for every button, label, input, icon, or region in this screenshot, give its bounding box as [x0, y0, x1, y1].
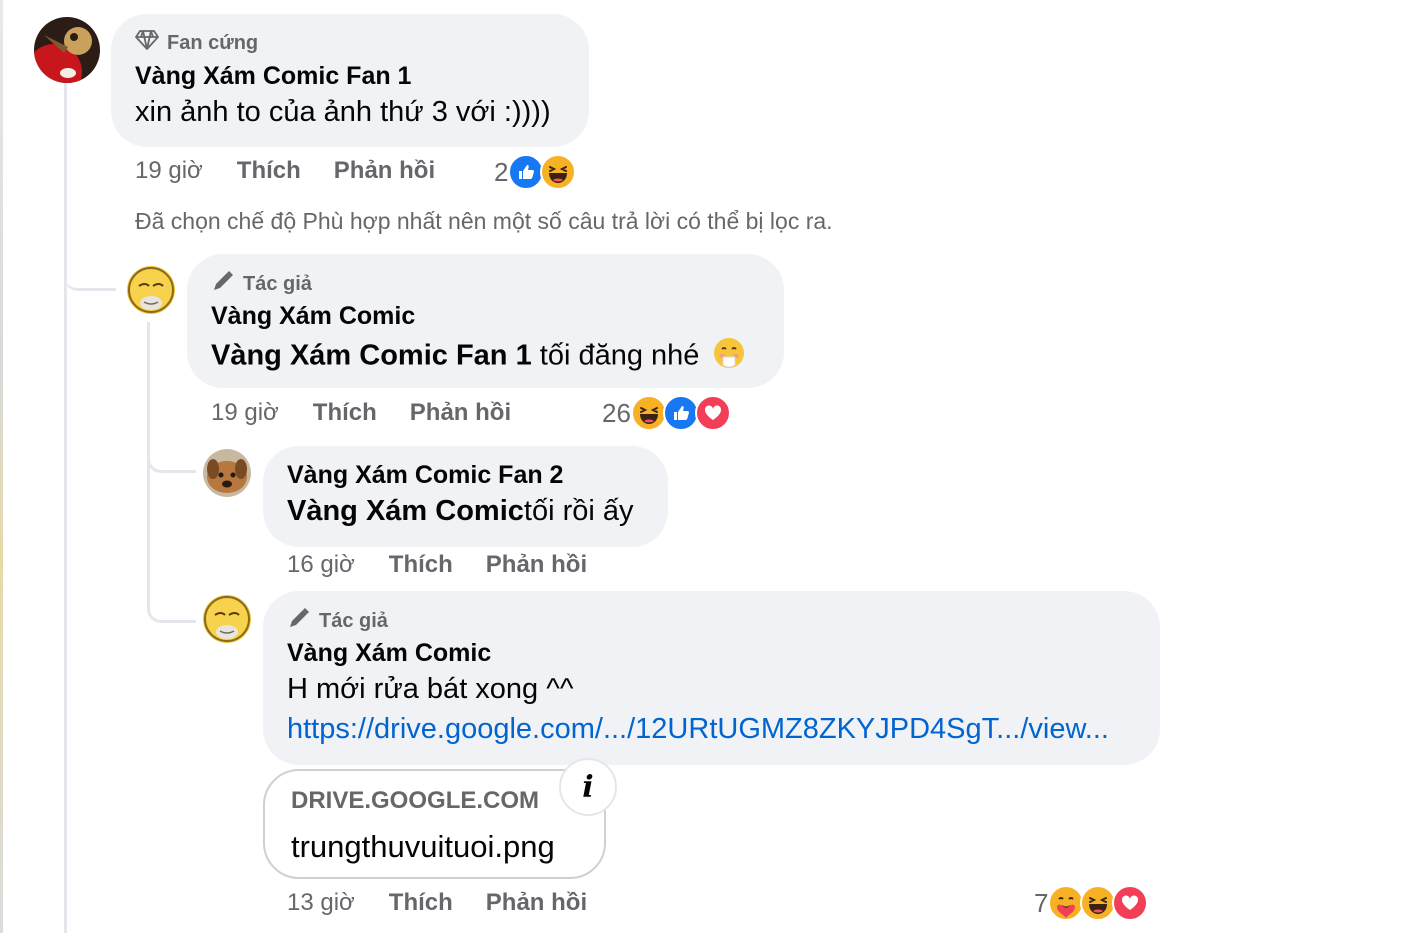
filter-note: Đã chọn chế độ Phù hợp nhất nên một số c… — [135, 208, 833, 234]
comment-time[interactable]: 19 giờ — [211, 399, 279, 427]
like-button[interactable]: Thích — [237, 157, 301, 185]
like-reaction-icon — [508, 154, 545, 190]
haha-reaction-icon — [630, 395, 667, 431]
info-icon[interactable]: i — [559, 758, 617, 816]
reply-button[interactable]: Phản hồi — [410, 399, 511, 427]
reaction-summary[interactable]: 7 — [1034, 885, 1149, 921]
like-button[interactable]: Thích — [389, 551, 453, 579]
author-badge: Tác giả — [287, 606, 388, 636]
thread-line-main — [64, 82, 67, 933]
pencil-icon — [287, 606, 311, 636]
comment-time[interactable]: 16 giờ — [287, 551, 355, 579]
comment-time[interactable]: 19 giờ — [135, 157, 203, 185]
preview-title: trungthuvuituoi.png — [291, 829, 555, 864]
comment-author[interactable]: Vàng Xám Comic — [287, 639, 491, 668]
avatar[interactable] — [34, 17, 100, 83]
top-fan-badge: Fan cứng — [135, 29, 258, 57]
haha-reaction-icon — [1080, 885, 1117, 921]
preview-domain: DRIVE.GOOGLE.COM — [291, 787, 540, 814]
comment-actions: 19 giờ Thích Phản hồi — [135, 157, 468, 185]
comment-text: H mới rửa bát xong ^^ — [287, 673, 574, 705]
comment-actions: 16 giờ Thích Phản hồi — [287, 551, 620, 579]
love-reaction-icon — [1112, 885, 1149, 921]
mention-link[interactable]: Vàng Xám Comic — [287, 495, 524, 527]
reaction-summary[interactable]: 2 — [494, 154, 577, 190]
love-reaction-icon — [694, 395, 731, 431]
mention-link[interactable]: Vàng Xám Comic Fan 1 — [211, 340, 532, 372]
link-preview-card[interactable]: DRIVE.GOOGLE.COM trungthuvuituoi.png — [263, 769, 606, 879]
comment-text: Vàng Xám Comic Fan 1 tối đăng nhé — [211, 337, 745, 377]
reaction-count: 2 — [494, 156, 509, 187]
avatar[interactable] — [127, 266, 175, 314]
comment-actions: 19 giờ Thích Phản hồi — [211, 399, 544, 427]
badge-label: Tác giả — [243, 272, 312, 295]
reply-button[interactable]: Phản hồi — [486, 889, 587, 917]
comment-time[interactable]: 13 giờ — [287, 889, 355, 917]
reaction-count: 26 — [602, 397, 631, 428]
comment-author[interactable]: Vàng Xám Comic — [211, 302, 415, 331]
comment-text: Vàng Xám Comictối rồi ấy — [287, 495, 634, 528]
badge-label: Tác giả — [319, 609, 388, 632]
like-button[interactable]: Thích — [389, 889, 453, 917]
drive-link[interactable]: https://drive.google.com/.../12URtUGMZ8Z… — [287, 713, 1109, 746]
comment-body: tối rồi ấy — [523, 495, 634, 527]
reaction-count: 7 — [1034, 887, 1049, 918]
comment-author[interactable]: Vàng Xám Comic Fan 2 — [287, 461, 563, 490]
reply-button[interactable]: Phản hồi — [486, 551, 587, 579]
page-left-edge — [0, 0, 3, 933]
author-badge: Tác giả — [211, 269, 312, 299]
reaction-summary[interactable]: 26 — [602, 395, 731, 431]
like-button[interactable]: Thích — [313, 399, 377, 427]
thread-connector — [64, 260, 116, 291]
diamond-icon — [135, 29, 159, 57]
comment-author[interactable]: Vàng Xám Comic Fan 1 — [135, 62, 411, 91]
comment-text: xin ảnh to của ảnh thứ 3 với :)))) — [135, 96, 551, 128]
comment-actions: 13 giờ Thích Phản hồi — [287, 889, 620, 917]
comment-body: tối đăng nhé — [531, 339, 700, 372]
avatar[interactable] — [203, 595, 251, 643]
badge-label: Fan cứng — [167, 31, 259, 54]
care-reaction-icon — [1048, 885, 1085, 921]
haha-reaction-icon — [540, 154, 577, 190]
thread-connector — [147, 590, 196, 623]
like-reaction-icon — [662, 395, 699, 431]
pencil-icon — [211, 269, 235, 299]
reply-button[interactable]: Phản hồi — [334, 157, 435, 185]
thread-connector — [147, 440, 196, 473]
blushing-face-emoji-icon — [713, 337, 745, 377]
avatar[interactable] — [203, 449, 251, 497]
